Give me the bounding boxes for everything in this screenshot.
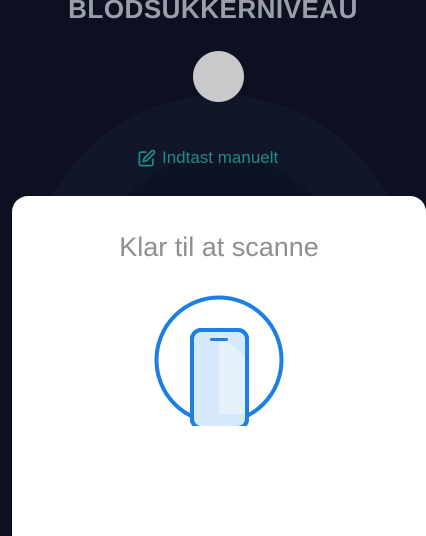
scan-sheet: Klar til at scanne bbox=[12, 196, 426, 536]
page-title: BLODSUKKERNIVEAU bbox=[68, 0, 358, 24]
edit-icon bbox=[137, 149, 156, 168]
manual-entry-button[interactable]: Indtast manuelt bbox=[137, 146, 278, 170]
manual-entry-label: Indtast manuelt bbox=[162, 148, 279, 167]
status-indicator-dot bbox=[193, 51, 244, 102]
scan-sheet-title: Klar til at scanne bbox=[119, 232, 319, 262]
phone-scan-icon bbox=[153, 294, 285, 430]
